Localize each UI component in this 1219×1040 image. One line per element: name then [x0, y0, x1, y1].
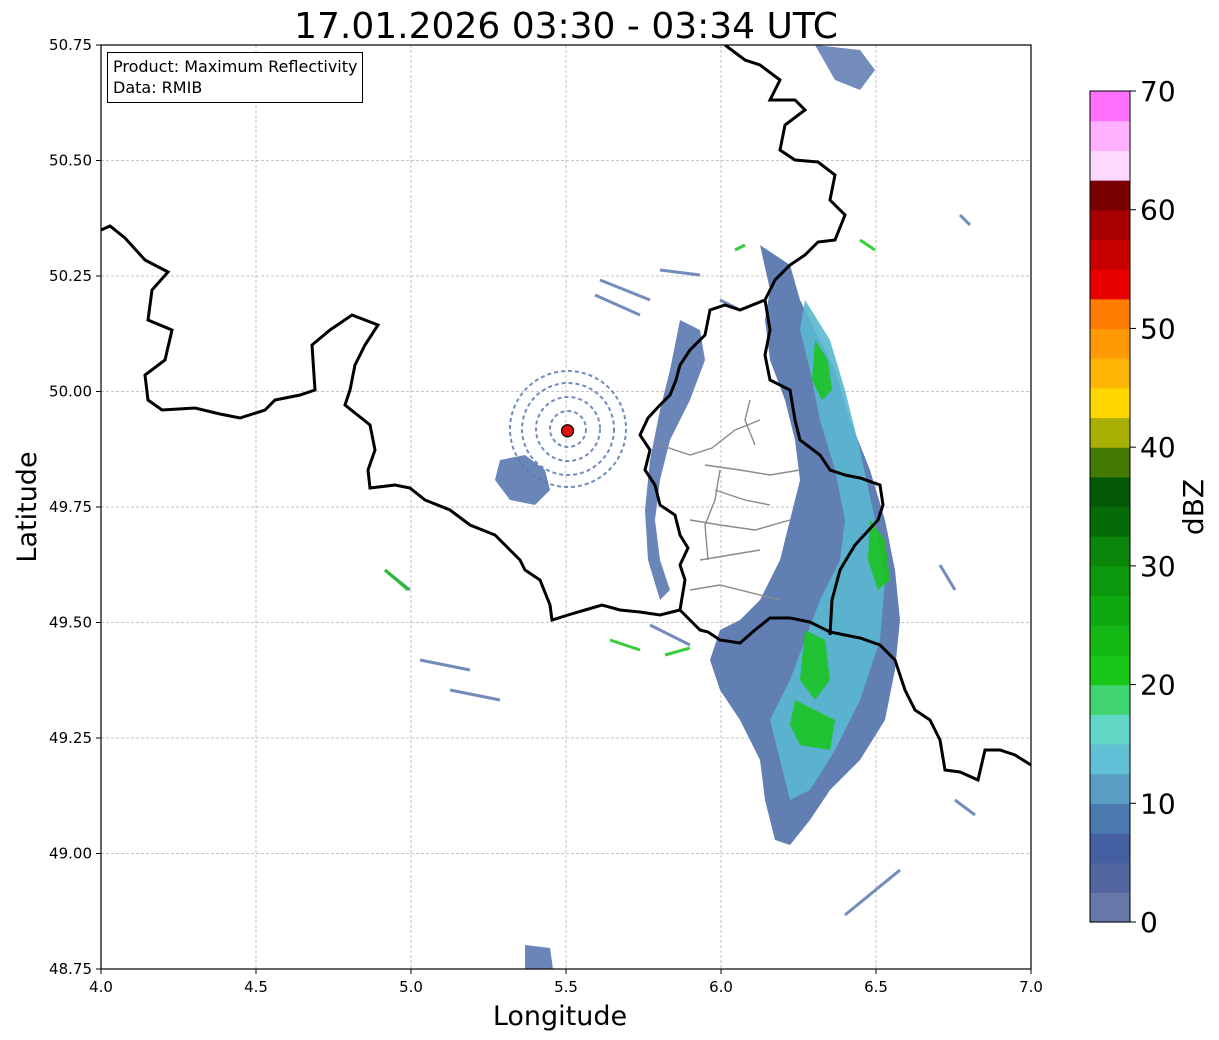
colorbar-segment	[1090, 803, 1130, 834]
x-tick-label: 4.0	[89, 978, 113, 996]
product-info-box: Product: Maximum Reflectivity Data: RMIB	[107, 52, 364, 103]
colorbar-segment	[1090, 239, 1130, 270]
colorbar-segment	[1090, 536, 1130, 567]
y-tick-label: 49.00	[49, 845, 92, 863]
colorbar-tick-label: 50	[1140, 312, 1176, 345]
colorbar-tick-label: 40	[1140, 431, 1176, 464]
colorbar-segment	[1090, 209, 1130, 240]
colorbar-segment	[1090, 862, 1130, 893]
colorbar-segment	[1090, 447, 1130, 478]
x-axis-ticks: 4.0 4.5 5.0 5.5 6.0 6.5 7.0	[89, 969, 1043, 996]
colorbar-tick-label: 10	[1140, 787, 1176, 820]
colorbar-segment	[1090, 358, 1130, 389]
echo-patch-south	[525, 945, 553, 969]
colorbar-segment	[1090, 654, 1130, 686]
y-tick-label: 50.75	[49, 36, 92, 54]
y-tick-label: 49.50	[49, 614, 92, 632]
colorbar-segment	[1090, 328, 1130, 359]
colorbar-ticks: 0 10 20 30 40 50 60 70	[1130, 75, 1176, 939]
x-tick-label: 6.5	[864, 978, 888, 996]
colorbar-segment	[1090, 625, 1130, 656]
product-info-line: Product: Maximum Reflectivity	[113, 57, 358, 76]
colorbar-segment	[1090, 892, 1130, 923]
colorbar-segment	[1090, 743, 1130, 775]
colorbar-segment	[1090, 832, 1130, 864]
y-tick-label: 50.00	[49, 383, 92, 401]
data-source-line: Data: RMIB	[113, 78, 203, 97]
colorbar-tick-label: 20	[1140, 669, 1176, 702]
colorbar-segment	[1090, 595, 1130, 626]
colorbar-tick-label: 0	[1140, 906, 1158, 939]
colorbar-tick-label: 70	[1140, 75, 1176, 108]
x-tick-label: 4.5	[244, 978, 268, 996]
colorbar-segment	[1090, 298, 1130, 330]
colorbar-segment	[1090, 150, 1130, 181]
colorbar-tick-label: 30	[1140, 550, 1176, 583]
colorbar-segment	[1090, 417, 1130, 448]
colorbar-segment	[1090, 120, 1130, 151]
radar-site-marker	[560, 424, 575, 438]
y-axis-label: Latitude	[12, 451, 43, 562]
y-tick-label: 50.50	[49, 152, 92, 170]
x-tick-label: 5.0	[399, 978, 423, 996]
x-tick-label: 7.0	[1019, 978, 1043, 996]
colorbar-label: dBZ	[1177, 479, 1210, 535]
colorbar-segment	[1090, 269, 1130, 300]
y-axis-ticks: 48.75 49.00 49.25 49.50 49.75 50.00 50.25 50.50…	[49, 36, 101, 978]
colorbar	[1089, 90, 1131, 923]
radar-figure: 17.01.2026 03:30 - 03:34 UTC 4.0 4.5 5.0…	[12, 6, 1210, 1032]
y-tick-label: 49.25	[49, 729, 92, 747]
colorbar-tick-label: 60	[1140, 194, 1176, 227]
x-tick-label: 5.5	[554, 978, 578, 996]
colorbar-segment	[1090, 773, 1130, 804]
colorbar-segment	[1090, 506, 1130, 537]
y-tick-label: 49.75	[49, 498, 92, 516]
y-tick-label: 48.75	[49, 960, 92, 978]
colorbar-segment	[1090, 714, 1130, 745]
colorbar-segment	[1090, 387, 1130, 419]
x-axis-label: Longitude	[493, 1001, 627, 1032]
colorbar-segment	[1090, 565, 1130, 597]
colorbar-segment	[1090, 684, 1130, 715]
map-title: 17.01.2026 03:30 - 03:34 UTC	[294, 6, 838, 47]
x-tick-label: 6.0	[709, 978, 733, 996]
colorbar-segment	[1090, 180, 1130, 211]
colorbar-segment	[1090, 91, 1130, 122]
y-tick-label: 50.25	[49, 267, 92, 285]
colorbar-segment	[1090, 476, 1130, 508]
